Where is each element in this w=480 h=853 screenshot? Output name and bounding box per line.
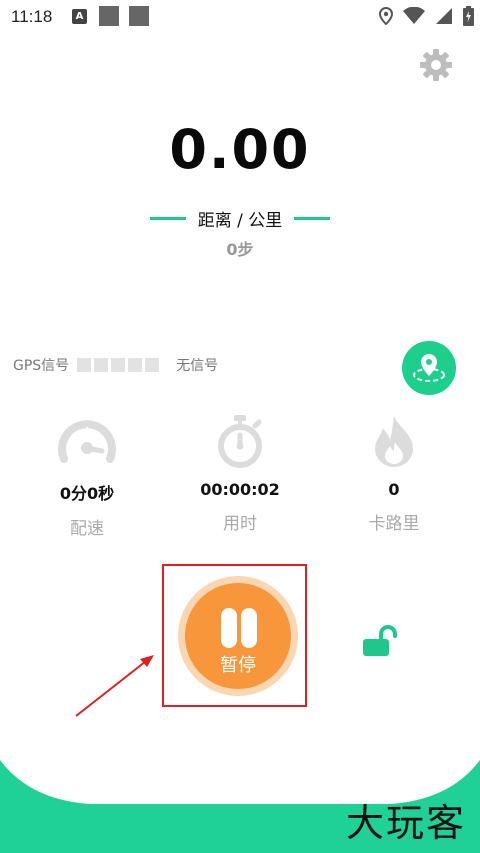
signal-bar <box>77 358 92 372</box>
signal-bar <box>111 358 126 372</box>
notification-badge: A <box>72 9 87 24</box>
location-button[interactable] <box>402 341 456 395</box>
settings-button[interactable] <box>418 47 454 83</box>
unlock-icon <box>363 625 397 656</box>
cell-signal-icon <box>436 8 452 24</box>
pace-value: 0分0秒 <box>59 484 115 503</box>
gps-signal-bars <box>77 358 160 372</box>
pause-icon <box>221 608 237 648</box>
duration-value: 00:00:02 <box>200 480 280 499</box>
pace-label: 配速 <box>70 519 104 539</box>
status-bar: 11:18 A <box>0 0 480 34</box>
status-icons <box>379 5 474 27</box>
duration-stat: 00:00:02 用时 <box>160 412 320 534</box>
calories-label: 卡路里 <box>368 514 420 534</box>
pause-icon <box>241 608 257 648</box>
map-pin-icon <box>413 354 445 382</box>
pause-label: 暂停 <box>220 655 256 676</box>
pause-button-core: 暂停 <box>185 583 291 689</box>
speedometer-icon <box>58 420 116 463</box>
calories-stat: 0 卡路里 <box>314 412 474 534</box>
battery-icon <box>463 6 474 26</box>
signal-bar <box>94 358 109 372</box>
gps-status: 无信号 <box>176 358 219 374</box>
gear-icon <box>420 49 452 81</box>
calories-value: 0 <box>388 480 400 499</box>
signal-bar <box>145 358 160 372</box>
notification-icon <box>129 6 149 26</box>
divider <box>294 217 331 220</box>
distance-unit-label: 距离 / 公里 <box>197 211 283 231</box>
flame-icon <box>375 416 413 467</box>
status-time: 11:18 <box>11 7 53 26</box>
gps-label: GPS信号 <box>13 358 70 374</box>
gps-signal-row: GPS信号 无信号 <box>13 355 218 375</box>
lock-button[interactable] <box>362 624 398 658</box>
pace-stat: 0分0秒 配速 <box>7 412 167 539</box>
annotation-arrow <box>75 655 154 717</box>
watermark: 大玩客 <box>345 801 466 845</box>
step-count: 0步 <box>226 240 254 259</box>
distance-value: 0.00 <box>169 118 311 181</box>
distance-unit-row: 距离 / 公里 <box>0 206 480 231</box>
duration-label: 用时 <box>223 514 257 534</box>
stopwatch-icon <box>218 415 262 468</box>
notification-icon <box>99 6 119 26</box>
divider <box>149 217 186 220</box>
pause-button[interactable]: 暂停 <box>178 576 298 696</box>
location-status-icon <box>379 7 393 25</box>
signal-bar <box>128 358 143 372</box>
wifi-icon <box>403 7 425 24</box>
